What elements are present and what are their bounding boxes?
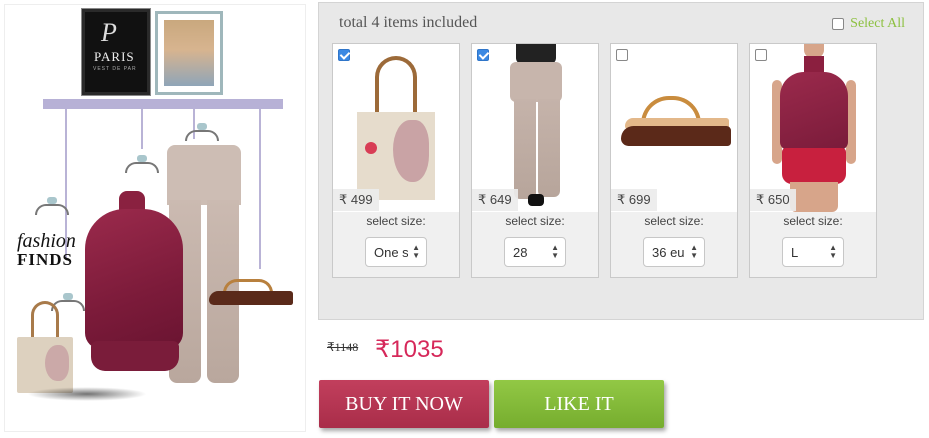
- bundle-items-panel: total 4 items included Select All ₹ 499 …: [318, 2, 924, 320]
- hanger-icon: [35, 197, 69, 215]
- item-checkbox[interactable]: [755, 49, 767, 61]
- frame-subtext: VEST DE PAR: [93, 66, 137, 72]
- select-all-checkbox[interactable]: [832, 18, 845, 30]
- size-select[interactable]: One size ▲▼: [365, 237, 427, 267]
- size-label: select size:: [644, 214, 704, 228]
- select-arrows-icon: ▲ ▼: [551, 243, 559, 260]
- select-arrows-icon: ▲ ▼: [690, 243, 698, 260]
- fashion-finds-logo: fashion FINDS: [17, 230, 76, 269]
- select-all-label: Select All: [850, 16, 905, 31]
- bundle-title: total 4 items included: [339, 14, 478, 31]
- size-select[interactable]: L ▲ ▼: [782, 237, 844, 267]
- jeans-image[interactable]: [472, 44, 598, 212]
- collage-shadow: [27, 387, 147, 401]
- item-checkbox[interactable]: [477, 49, 489, 61]
- select-all-control[interactable]: Select All: [832, 16, 905, 32]
- hanger-icon: [185, 123, 219, 141]
- collage-tote-image: [17, 301, 73, 393]
- rail-pole: [259, 109, 261, 269]
- size-label: select size:: [505, 214, 565, 228]
- item-price: ₹ 649: [472, 189, 518, 211]
- collage-sandal-image: [209, 277, 293, 307]
- size-select[interactable]: 28 ▲ ▼: [504, 237, 566, 267]
- item-price: ₹ 499: [333, 189, 379, 211]
- eiffel-photo: [164, 20, 214, 86]
- select-arrows-icon: ▲ ▼: [829, 243, 837, 260]
- sandal-image[interactable]: [611, 44, 737, 212]
- rail-pole: [141, 109, 143, 149]
- item-card-sandal: ₹ 699 select size: 36 eu ▲ ▼: [610, 43, 738, 278]
- item-price: ₹ 650: [750, 189, 796, 211]
- clothes-rail: [43, 99, 283, 109]
- frame-word: PARIS: [94, 49, 135, 64]
- item-checkbox[interactable]: [616, 49, 628, 61]
- frame-letter: P: [101, 18, 117, 47]
- collage-top-image: [77, 191, 191, 377]
- eiffel-frame-image: [155, 11, 223, 95]
- original-price: ₹1148: [327, 340, 359, 354]
- select-arrows-icon: ▲ ▼: [412, 243, 420, 260]
- item-checkbox[interactable]: [338, 49, 350, 61]
- item-card-top: ₹ 650 select size: L ▲ ▼: [749, 43, 877, 278]
- outfit-collage: P PARIS VEST DE PAR fashion FINDS: [4, 4, 306, 432]
- size-select[interactable]: 36 eu ▲ ▼: [643, 237, 705, 267]
- item-card-jeans: ₹ 649 select size: 28 ▲ ▼: [471, 43, 599, 278]
- like-it-button[interactable]: LIKE IT: [494, 380, 664, 428]
- buy-it-now-button[interactable]: BUY IT NOW: [319, 380, 489, 428]
- item-card-tote: ₹ 499 select size: One size ▲▼: [332, 43, 460, 278]
- hanger-icon: [125, 155, 159, 173]
- item-price: ₹ 699: [611, 189, 657, 211]
- tote-bag-image[interactable]: [333, 44, 459, 212]
- paris-frame-image: P PARIS VEST DE PAR: [82, 9, 150, 95]
- halter-top-image[interactable]: [750, 44, 876, 212]
- size-label: select size:: [366, 214, 426, 228]
- bundle-price: ₹1035: [375, 336, 444, 363]
- size-label: select size:: [783, 214, 843, 228]
